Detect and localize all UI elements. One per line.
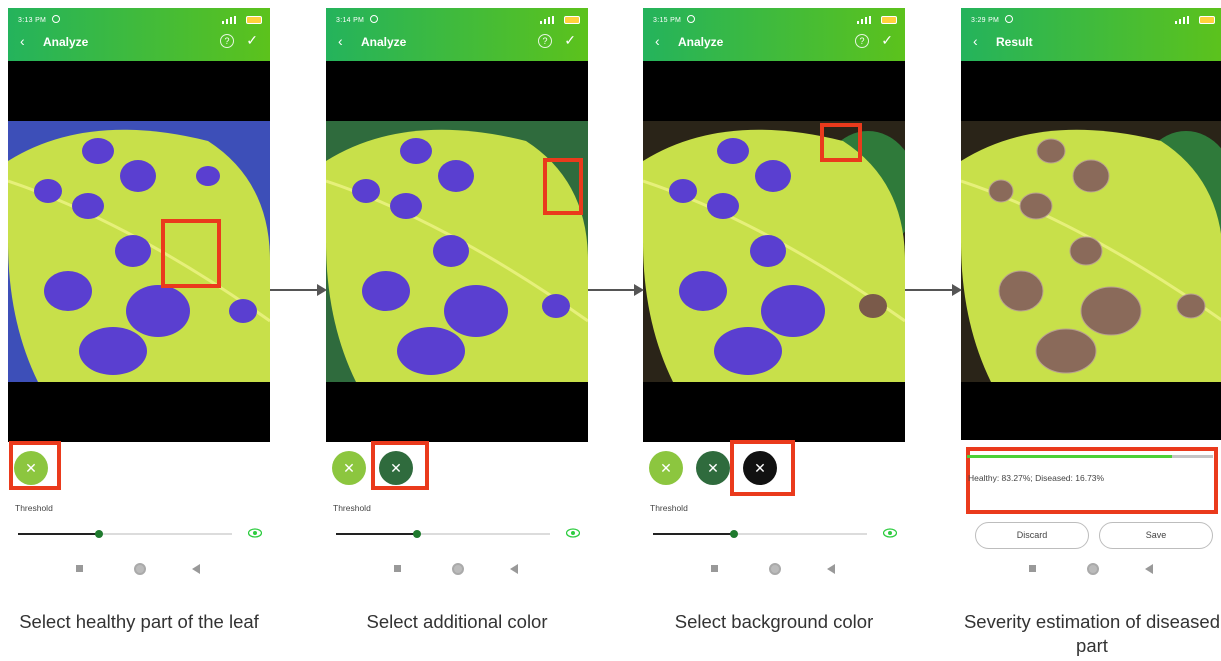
- page-title: Result: [996, 35, 1033, 49]
- system-navbar: [643, 556, 905, 586]
- app-header: 3:13 PM ‹ Analyze ? ✓: [8, 8, 270, 61]
- button-highlight: [371, 441, 429, 490]
- threshold-label: Threshold: [650, 503, 688, 513]
- app-header: 3:29 PM ‹ Result: [961, 8, 1221, 61]
- leaf-image[interactable]: [8, 121, 270, 382]
- recents-icon[interactable]: [1029, 565, 1036, 572]
- leaf-image[interactable]: [961, 121, 1221, 382]
- slider-fill: [336, 533, 418, 535]
- recents-icon[interactable]: [76, 565, 83, 572]
- step-caption: Select healthy part of the leaf: [19, 611, 259, 632]
- status-time: 3:13 PM: [18, 17, 47, 24]
- severity-result-text: Healthy: 83.27%; Diseased: 16.73%: [968, 473, 1105, 483]
- help-icon[interactable]: ?: [220, 34, 234, 48]
- status-time: 3:14 PM: [336, 17, 365, 24]
- home-icon[interactable]: [452, 563, 464, 575]
- healthy-color-button[interactable]: ✕: [649, 451, 683, 485]
- screen-select-healthy: 3:13 PM ‹ Analyze ? ✓ ✕ Threshold: [8, 8, 270, 590]
- color-button-row: ✕ ✕: [326, 450, 588, 490]
- slider-fill: [653, 533, 735, 535]
- confirm-icon[interactable]: ✓: [881, 32, 893, 48]
- confirm-icon[interactable]: ✓: [246, 32, 258, 48]
- system-navbar: [961, 556, 1221, 586]
- recents-icon[interactable]: [711, 565, 718, 572]
- back-icon[interactable]: ‹: [655, 34, 660, 48]
- help-icon[interactable]: ?: [538, 34, 552, 48]
- back-icon[interactable]: ‹: [973, 34, 978, 48]
- page-title: Analyze: [43, 35, 89, 49]
- app-header: 3:14 PM ‹ Analyze ? ✓: [326, 8, 588, 61]
- battery-icon: [564, 16, 580, 24]
- eye-icon[interactable]: [566, 528, 580, 538]
- threshold-label: Threshold: [333, 503, 371, 513]
- discard-button[interactable]: Discard: [975, 522, 1089, 549]
- back-nav-icon[interactable]: [510, 564, 518, 574]
- screen-background-color: 3:15 PM ‹ Analyze ? ✓ ✕ ✕ ✕ Threshold: [643, 8, 905, 590]
- slider-knob[interactable]: [413, 530, 422, 538]
- additional-color-button[interactable]: ✕: [696, 451, 730, 485]
- image-viewer[interactable]: [643, 61, 905, 442]
- signal-icon: [857, 16, 875, 24]
- back-nav-icon[interactable]: [827, 564, 835, 574]
- selection-box: [161, 219, 221, 288]
- signal-icon: [1175, 16, 1193, 24]
- eye-icon[interactable]: [248, 528, 262, 538]
- help-icon[interactable]: ?: [855, 34, 869, 48]
- back-icon[interactable]: ‹: [338, 34, 343, 48]
- battery-icon: [1199, 16, 1215, 24]
- home-icon[interactable]: [769, 563, 781, 575]
- severity-progress: [967, 455, 1213, 458]
- step-caption: Select additional color: [366, 611, 548, 632]
- signal-icon: [222, 16, 240, 24]
- image-viewer[interactable]: [8, 61, 270, 442]
- back-icon[interactable]: ‹: [20, 34, 25, 48]
- home-icon[interactable]: [1087, 563, 1099, 575]
- flow-arrow: [905, 284, 962, 296]
- slider-fill: [18, 533, 100, 535]
- button-highlight: [9, 441, 61, 490]
- system-navbar: [326, 556, 588, 586]
- flow-arrow: [588, 284, 644, 296]
- screen-result: 3:29 PM ‹ Result Healthy: 83.27%; Diseas…: [961, 8, 1221, 590]
- button-highlight: [730, 440, 795, 496]
- image-viewer[interactable]: [961, 61, 1221, 440]
- system-navbar: [8, 556, 270, 586]
- alarm-icon: [52, 15, 60, 23]
- alarm-icon: [1005, 15, 1013, 23]
- confirm-icon[interactable]: ✓: [564, 32, 576, 48]
- eye-icon[interactable]: [883, 528, 897, 538]
- battery-icon: [246, 16, 262, 24]
- page-title: Analyze: [361, 35, 407, 49]
- alarm-icon: [370, 15, 378, 23]
- signal-icon: [540, 16, 558, 24]
- threshold-slider[interactable]: [18, 530, 232, 538]
- threshold-slider[interactable]: [336, 530, 550, 538]
- selection-box: [543, 158, 583, 215]
- step-caption: Select background color: [674, 611, 874, 632]
- leaf-image[interactable]: [643, 121, 905, 382]
- slider-knob[interactable]: [730, 530, 739, 538]
- threshold-label: Threshold: [15, 503, 53, 513]
- back-nav-icon[interactable]: [192, 564, 200, 574]
- slider-knob[interactable]: [95, 530, 104, 538]
- save-button[interactable]: Save: [1099, 522, 1213, 549]
- page-title: Analyze: [678, 35, 724, 49]
- screen-additional-color: 3:14 PM ‹ Analyze ? ✓ ✕ ✕ Threshold: [326, 8, 588, 590]
- back-nav-icon[interactable]: [1145, 564, 1153, 574]
- alarm-icon: [687, 15, 695, 23]
- threshold-slider[interactable]: [653, 530, 867, 538]
- image-viewer[interactable]: [326, 61, 588, 442]
- step-caption: Severity estimation of diseased part: [963, 611, 1221, 656]
- battery-icon: [881, 16, 897, 24]
- home-icon[interactable]: [134, 563, 146, 575]
- selection-box: [820, 123, 862, 162]
- recents-icon[interactable]: [394, 565, 401, 572]
- flow-arrow: [270, 284, 327, 296]
- healthy-color-button[interactable]: ✕: [332, 451, 366, 485]
- status-time: 3:29 PM: [971, 17, 1000, 24]
- app-header: 3:15 PM ‹ Analyze ? ✓: [643, 8, 905, 61]
- status-time: 3:15 PM: [653, 17, 682, 24]
- healthy-progress-fill: [967, 455, 1172, 458]
